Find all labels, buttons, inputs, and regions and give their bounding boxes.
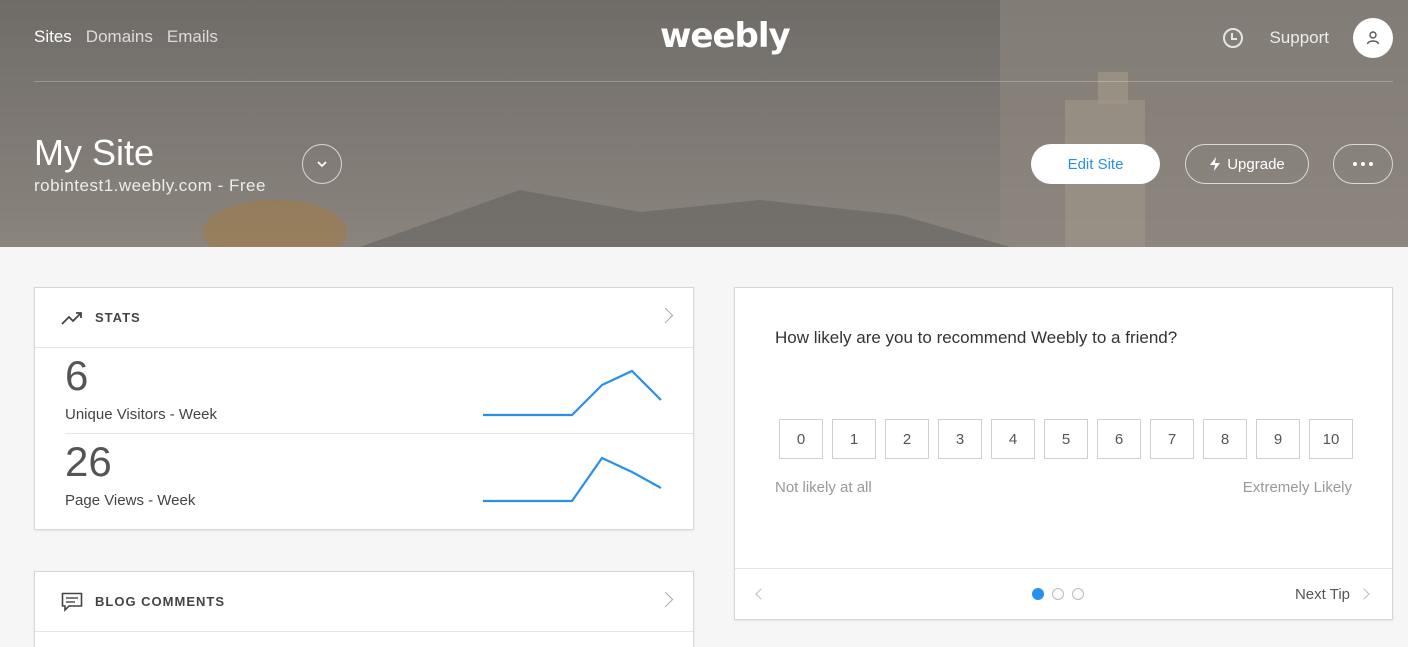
comment-icon [61, 592, 83, 612]
scale-low-label: Not likely at all [775, 479, 872, 496]
chevron-right-icon [657, 591, 674, 608]
more-options-button[interactable] [1333, 144, 1393, 184]
upgrade-label: Upgrade [1227, 155, 1285, 173]
rating-option-8[interactable]: 8 [1203, 419, 1247, 459]
rating-scale: 0 1 2 3 4 5 6 7 8 9 10 [779, 419, 1353, 459]
chevron-right-icon[interactable] [1358, 588, 1370, 600]
pagination-dot-2[interactable] [1052, 588, 1064, 600]
rating-option-4[interactable]: 4 [991, 419, 1035, 459]
tip-pagination [1032, 588, 1084, 600]
top-navigation: Sites Domains Emails weebly Support [34, 0, 1393, 82]
trending-up-icon [61, 311, 82, 325]
survey-question: How likely are you to recommend Weebly t… [775, 328, 1178, 347]
stats-title: STATS [95, 310, 141, 325]
site-url: robintest1.weebly.com - Free [34, 176, 266, 195]
blog-comments-card: BLOG COMMENTS [34, 571, 694, 647]
rating-option-6[interactable]: 6 [1097, 419, 1141, 459]
more-dot [1361, 162, 1365, 166]
pageviews-sparkline [483, 456, 662, 503]
user-avatar[interactable] [1353, 18, 1393, 58]
rating-option-1[interactable]: 1 [832, 419, 876, 459]
chevron-right-icon [657, 307, 674, 324]
support-link[interactable]: Support [1269, 28, 1329, 48]
survey-footer: Next Tip [735, 568, 1392, 619]
pagination-dot-3[interactable] [1072, 588, 1084, 600]
lightning-icon [1210, 157, 1221, 171]
rating-option-9[interactable]: 9 [1256, 419, 1300, 459]
main-nav: Sites Domains Emails [34, 27, 218, 47]
more-dot [1353, 162, 1357, 166]
blog-comments-header[interactable]: BLOG COMMENTS [35, 572, 693, 632]
clock-icon[interactable] [1223, 28, 1244, 48]
rating-option-5[interactable]: 5 [1044, 419, 1088, 459]
user-icon [1366, 31, 1380, 45]
stats-card-header[interactable]: STATS [35, 288, 693, 348]
stat-row-visitors[interactable]: 6 Unique Visitors - Week [65, 348, 693, 434]
stat-value: 6 [65, 352, 89, 399]
edit-site-button[interactable]: Edit Site [1031, 144, 1160, 184]
stats-card: STATS 6 Unique Visitors - Week 26 Page V… [34, 287, 694, 530]
nav-item-domains[interactable]: Domains [86, 27, 153, 47]
site-header-banner: Sites Domains Emails weebly Support My S… [0, 0, 1408, 247]
upgrade-button[interactable]: Upgrade [1185, 144, 1309, 184]
rating-option-2[interactable]: 2 [885, 419, 929, 459]
stat-row-pageviews[interactable]: 26 Page Views - Week [65, 434, 693, 520]
more-dot [1369, 162, 1373, 166]
site-title: My Site [34, 132, 155, 173]
rating-option-10[interactable]: 10 [1309, 419, 1353, 459]
visitors-sparkline [483, 369, 662, 417]
scale-high-label: Extremely Likely [1242, 479, 1352, 496]
recommend-survey-card: How likely are you to recommend Weebly t… [734, 287, 1393, 620]
nav-right-group: Support [1223, 18, 1393, 58]
previous-tip-chevron-icon[interactable] [755, 588, 767, 600]
site-switcher-button[interactable] [302, 144, 342, 184]
stat-label: Unique Visitors - Week [65, 406, 218, 423]
rating-option-3[interactable]: 3 [938, 419, 982, 459]
rating-option-7[interactable]: 7 [1150, 419, 1194, 459]
pagination-dot-1[interactable] [1032, 588, 1044, 600]
stat-value: 26 [65, 438, 112, 485]
next-tip-link[interactable]: Next Tip [1295, 586, 1350, 603]
rating-option-0[interactable]: 0 [779, 419, 823, 459]
stat-label: Page Views - Week [65, 492, 196, 509]
nav-item-emails[interactable]: Emails [167, 27, 218, 47]
nav-item-sites[interactable]: Sites [34, 27, 72, 47]
blog-comments-title: BLOG COMMENTS [95, 594, 225, 609]
weebly-logo[interactable]: weebly [660, 16, 791, 56]
chevron-down-icon [317, 161, 327, 168]
